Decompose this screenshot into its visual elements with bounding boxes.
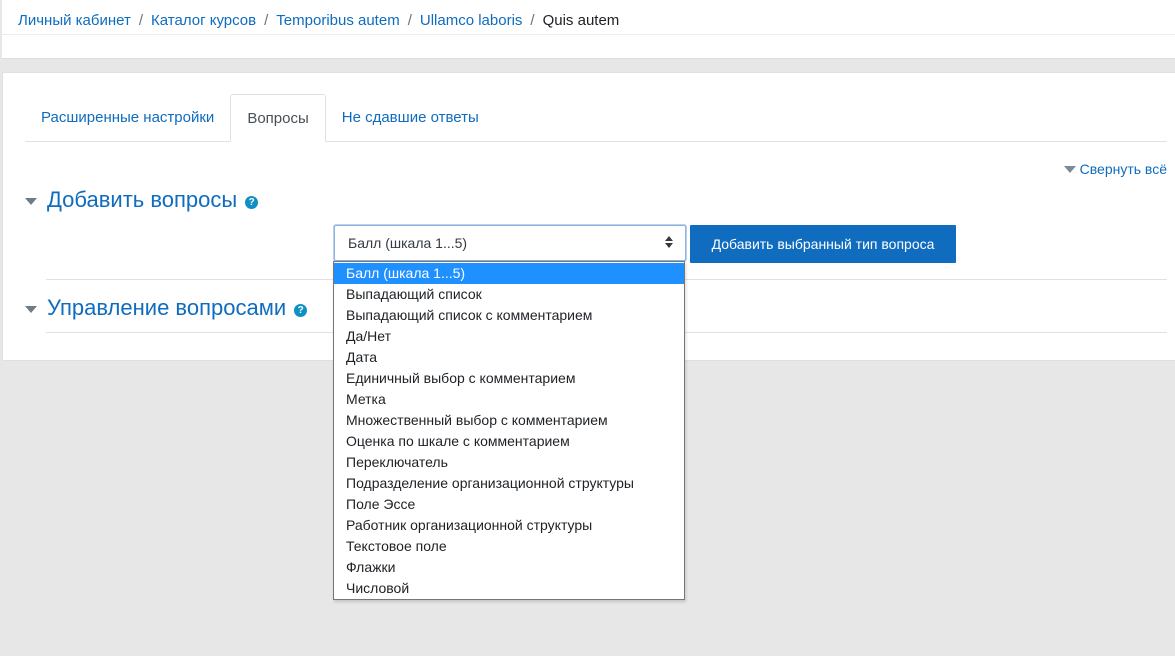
select-value: Балл (шкала 1...5) bbox=[348, 235, 468, 251]
dropdown-option[interactable]: Выпадающий список с комментарием bbox=[334, 305, 684, 326]
question-type-dropdown-list: Балл (шкала 1...5) Выпадающий список Вып… bbox=[333, 261, 685, 600]
dropdown-option[interactable]: Оценка по шкале с комментарием bbox=[334, 431, 684, 452]
breadcrumb-link-course[interactable]: Ullamco laboris bbox=[420, 12, 523, 29]
dropdown-option[interactable]: Текстовое поле bbox=[334, 536, 684, 557]
section-add-questions[interactable]: Добавить вопросы ? bbox=[25, 187, 259, 213]
tab-advanced-settings[interactable]: Расширенные настройки bbox=[25, 94, 230, 141]
breadcrumb: Личный кабинет / Каталог курсов / Tempor… bbox=[18, 10, 619, 30]
section-title: Добавить вопросы bbox=[47, 187, 238, 212]
dropdown-option[interactable]: Дата bbox=[334, 347, 684, 368]
dropdown-option[interactable]: Переключатель bbox=[334, 452, 684, 473]
caret-down-icon bbox=[25, 305, 37, 313]
dropdown-option[interactable]: Флажки bbox=[334, 557, 684, 578]
header-divider bbox=[2, 34, 1175, 35]
dropdown-option[interactable]: Работник организационной структуры bbox=[334, 515, 684, 536]
dropdown-option[interactable]: Поле Эссе bbox=[334, 494, 684, 515]
collapse-all-label: Свернуть всё bbox=[1079, 161, 1167, 177]
breadcrumb-link-dashboard[interactable]: Личный кабинет bbox=[18, 12, 131, 29]
tab-non-respondents[interactable]: Не сдавшие ответы bbox=[326, 94, 495, 141]
help-icon[interactable]: ? bbox=[294, 303, 308, 317]
help-icon[interactable]: ? bbox=[245, 195, 259, 209]
collapse-all-link[interactable]: Свернуть всё bbox=[1063, 161, 1167, 177]
tab-bar: Расширенные настройки Вопросы Не сдавшие… bbox=[25, 94, 1167, 142]
select-arrows-icon bbox=[665, 236, 673, 248]
dropdown-option[interactable]: Выпадающий список bbox=[334, 284, 684, 305]
dropdown-option[interactable]: Числовой bbox=[334, 578, 684, 599]
breadcrumb-separator: / bbox=[530, 11, 535, 29]
page-header: Личный кабинет / Каталог курсов / Tempor… bbox=[2, 0, 1175, 59]
dropdown-option[interactable]: Метка bbox=[334, 389, 684, 410]
caret-down-icon bbox=[25, 197, 37, 205]
breadcrumb-link-category[interactable]: Temporibus autem bbox=[276, 12, 399, 29]
question-type-select[interactable]: Балл (шкала 1...5) bbox=[334, 225, 686, 261]
dropdown-option[interactable]: Балл (шкала 1...5) bbox=[334, 263, 684, 284]
breadcrumb-separator: / bbox=[407, 11, 412, 29]
dropdown-option[interactable]: Единичный выбор с комментарием bbox=[334, 368, 684, 389]
section-title: Управление вопросами bbox=[47, 295, 287, 320]
section-manage-questions[interactable]: Управление вопросами ? bbox=[25, 295, 308, 321]
dropdown-option[interactable]: Подразделение организационной структуры bbox=[334, 473, 684, 494]
dropdown-option[interactable]: Да/Нет bbox=[334, 326, 684, 347]
breadcrumb-separator: / bbox=[138, 11, 144, 29]
breadcrumb-separator: / bbox=[264, 11, 269, 29]
dropdown-option[interactable]: Множественный выбор с комментарием bbox=[334, 410, 684, 431]
add-question-type-button[interactable]: Добавить выбранный тип вопроса bbox=[690, 225, 956, 263]
triangle-down-icon bbox=[1063, 165, 1076, 173]
breadcrumb-current: Quis autem bbox=[542, 11, 620, 29]
breadcrumb-link-course-catalog[interactable]: Каталог курсов bbox=[151, 12, 256, 29]
tab-questions[interactable]: Вопросы bbox=[230, 94, 326, 142]
